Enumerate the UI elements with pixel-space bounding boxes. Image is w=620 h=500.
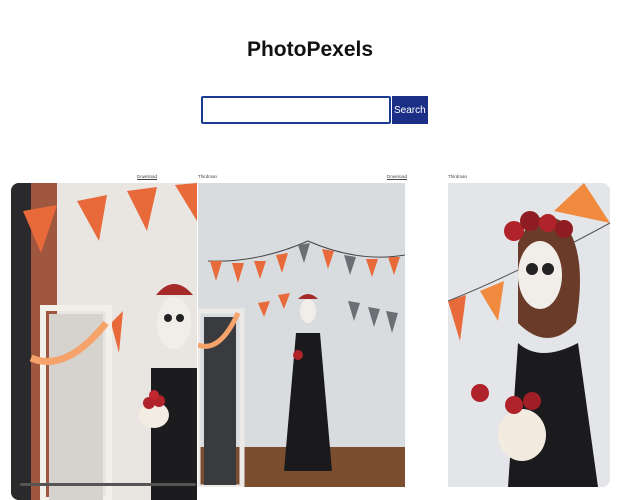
page-title: PhotoPexels (246, 38, 374, 61)
photo-card-2[interactable] (198, 183, 405, 487)
search-bar: Search (201, 96, 428, 126)
photo-gallery: Download Thirdman Download Thirdman (0, 170, 620, 500)
photo-card-2-download-link[interactable]: Download (387, 174, 407, 179)
horizontal-scrollbar[interactable] (20, 483, 196, 486)
photo-1-image (11, 183, 197, 500)
photo-card-3[interactable] (448, 183, 610, 487)
search-input[interactable] (201, 96, 391, 124)
photo-3-image (448, 183, 610, 487)
photo-2-image (198, 183, 405, 487)
photo-card-2-label: Thirdman (198, 174, 218, 179)
photo-card-1[interactable] (11, 183, 197, 500)
photo-card-1-download-link[interactable]: Download (137, 174, 157, 179)
photo-card-3-label: Thirdman (448, 174, 468, 179)
search-button[interactable]: Search (392, 96, 428, 124)
